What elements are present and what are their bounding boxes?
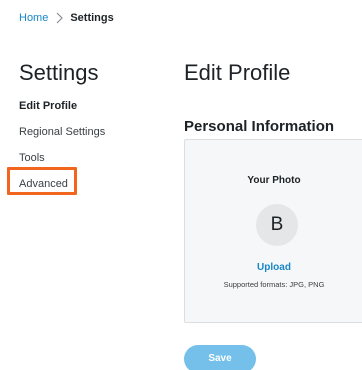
- section-title: Personal Information: [184, 118, 335, 135]
- page-title: Edit Profile: [184, 60, 291, 85]
- photo-label: Your Photo: [247, 175, 301, 186]
- settings-nav-item-edit-profile[interactable]: Edit Profile: [19, 99, 105, 125]
- upload-link[interactable]: Upload: [185, 262, 362, 273]
- avatar: B: [256, 204, 298, 246]
- page: Home Settings Settings Edit Profile Regi…: [0, 0, 362, 370]
- advanced-highlight-box: [7, 167, 77, 195]
- breadcrumb-current: Settings: [70, 12, 114, 24]
- chevron-right-icon: [54, 12, 64, 24]
- breadcrumb: Home Settings: [19, 12, 114, 24]
- supported-formats-text: Supported formats: JPG, PNG: [223, 280, 325, 289]
- photo-card: Your Photo B Upload Supported formats: J…: [184, 139, 362, 323]
- breadcrumb-home-link[interactable]: Home: [19, 12, 48, 24]
- save-button[interactable]: Save: [184, 345, 256, 370]
- settings-nav-item-regional-settings[interactable]: Regional Settings: [19, 125, 105, 151]
- settings-title: Settings: [19, 60, 99, 85]
